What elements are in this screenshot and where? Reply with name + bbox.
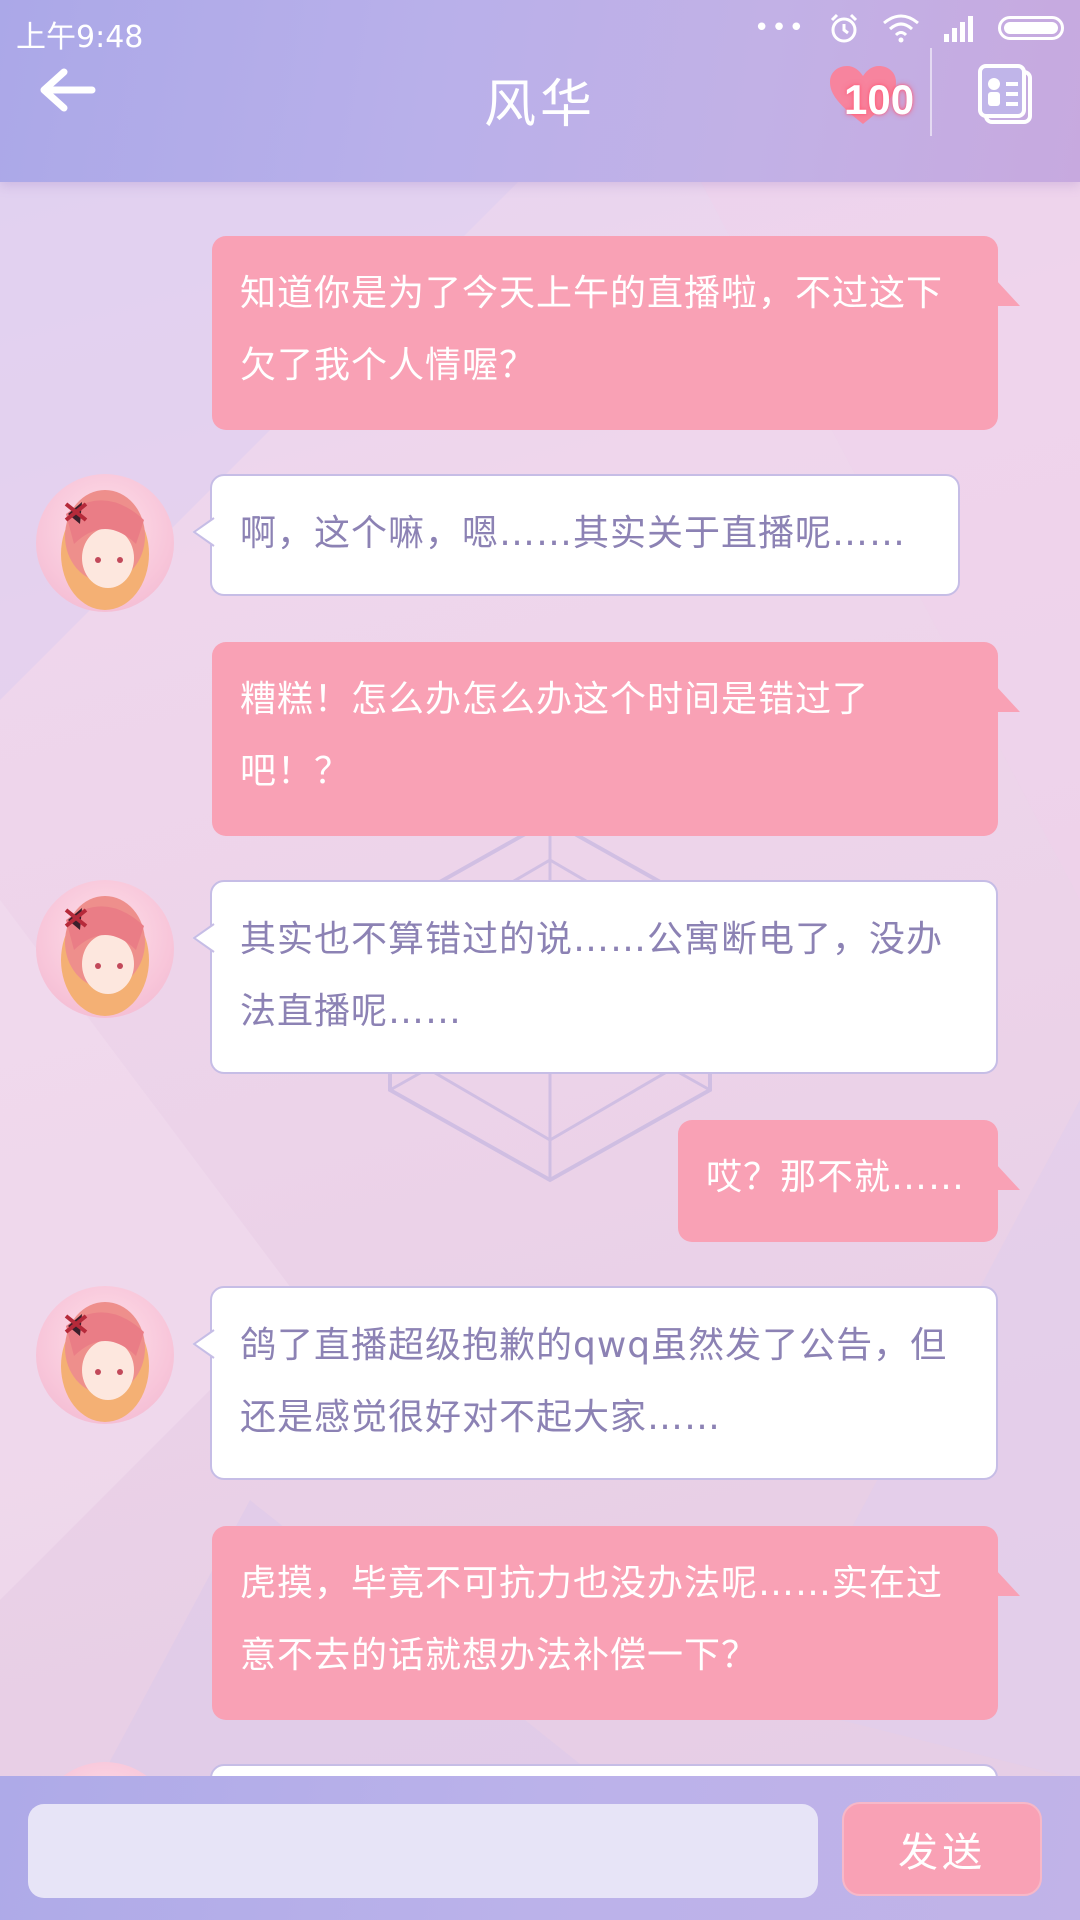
message-text: 糟糕！怎么办怎么办这个时间是错过了吧！？ [240, 679, 870, 792]
more-dots-icon: ••• [753, 13, 806, 43]
message-text: 虎摸，毕竟不可抗力也没办法呢……实在过意不去的话就想办法补偿一下？ [240, 1563, 944, 1676]
contact-card-button[interactable] [976, 64, 1038, 126]
bubble-tail [996, 1570, 1020, 1596]
avatar-portrait-icon [61, 490, 149, 610]
message-text: 其实也不算错过的说……公寓断电了，没办法直播呢…… [240, 919, 944, 1032]
battery-icon [998, 16, 1064, 40]
bubble-tail [192, 1328, 216, 1360]
message-input[interactable] [28, 1804, 818, 1898]
bubble-tail [996, 686, 1020, 712]
send-button[interactable]: 发送 [842, 1802, 1042, 1896]
wifi-icon [883, 14, 919, 43]
favor-badge[interactable]: 100 [828, 60, 928, 130]
message-text: 啊，这个嘛，嗯……其实关于直播呢…… [240, 513, 907, 554]
favor-value: 100 [844, 76, 915, 123]
message-bubble-received: 鸽了直播超级抱歉的qwq虽然发了公告，但还是感觉很好对不起大家…… [192, 1286, 998, 1480]
message-bubble-sent: 知道你是为了今天上午的直播啦，不过这下欠了我个人情喔？ [212, 236, 1020, 430]
bubble-tail [996, 1164, 1020, 1190]
avatar[interactable] [36, 474, 174, 612]
chat-message-list[interactable]: 知道你是为了今天上午的直播啦，不过这下欠了我个人情喔？ 啊，这个嘛，嗯……其实关… [0, 182, 1080, 1776]
message-text: 哎？那不就…… [706, 1157, 966, 1198]
message-bubble-sent: 哎？那不就…… [678, 1120, 1020, 1242]
avatar-portrait-icon [61, 1302, 149, 1422]
status-time: 上午9:48 [16, 20, 144, 55]
message-bubble-received: 其实也不算错过的说……公寓断电了，没办法直播呢…… [192, 880, 998, 1074]
signal-icon [944, 16, 973, 42]
avatar[interactable] [36, 1762, 174, 1776]
app-header: 上午9:48 ••• 风华 100 [0, 0, 1080, 182]
avatar[interactable] [36, 880, 174, 1018]
message-text: 鸽了直播超级抱歉的qwq虽然发了公告，但还是感觉很好对不起大家…… [240, 1325, 948, 1438]
bubble-tail [192, 516, 216, 548]
bubble-tail [192, 922, 216, 954]
bubble-tail [996, 280, 1020, 306]
status-bar: 上午9:48 ••• [0, 0, 1080, 60]
partial-message-bottom [210, 1764, 998, 1776]
avatar-portrait-icon [61, 896, 149, 1016]
header-divider [930, 48, 932, 136]
message-bubble-sent: 糟糕！怎么办怎么办这个时间是错过了吧！？ [212, 642, 1020, 836]
status-icons: ••• [754, 12, 1064, 44]
message-bubble-sent: 虎摸，毕竟不可抗力也没办法呢……实在过意不去的话就想办法补偿一下？ [212, 1526, 1020, 1720]
avatar[interactable] [36, 1286, 174, 1424]
message-bubble-received: 啊，这个嘛，嗯……其实关于直播呢…… [192, 474, 960, 596]
alarm-icon [830, 13, 858, 43]
message-text: 知道你是为了今天上午的直播啦，不过这下欠了我个人情喔？ [240, 273, 944, 386]
message-input-bar: 发送 [0, 1776, 1080, 1920]
